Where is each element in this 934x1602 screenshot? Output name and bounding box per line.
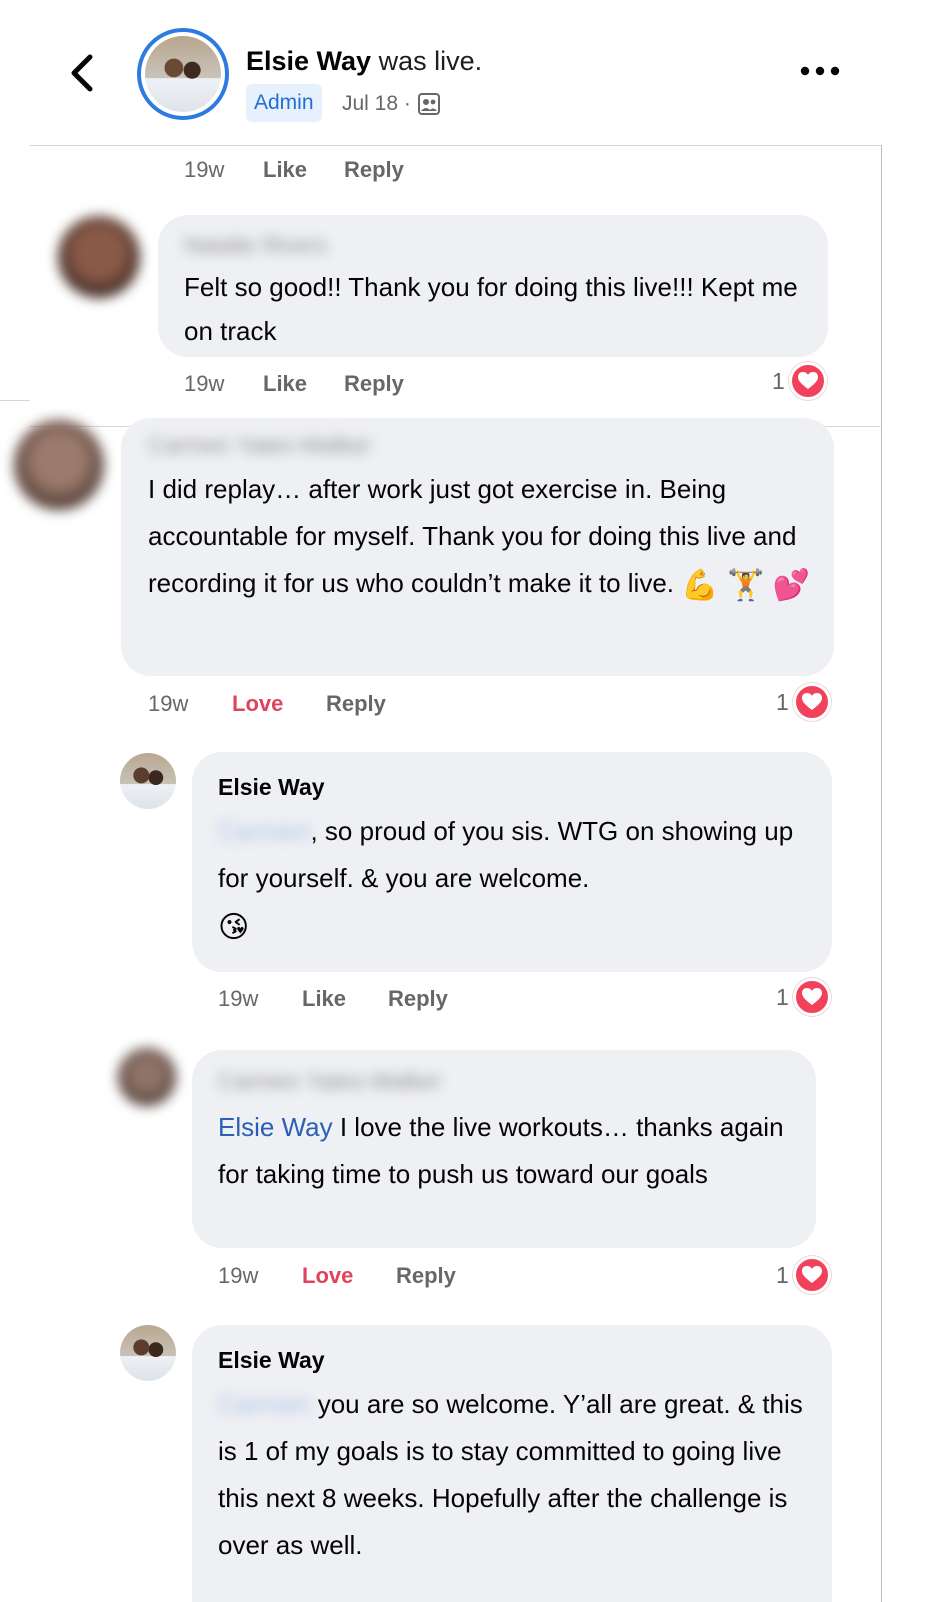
- comment-text: Carmen, so proud of you sis. WTG on show…: [218, 808, 818, 951]
- avatar[interactable]: [120, 753, 176, 809]
- author-name[interactable]: Elsie Way: [246, 46, 371, 76]
- love-button[interactable]: Love: [232, 691, 283, 717]
- comment-time: 19w: [184, 157, 225, 182]
- chevron-left-icon: [71, 54, 93, 92]
- mention-link[interactable]: Carmen: [218, 816, 310, 846]
- comment-text: Felt so good!! Thank you for doing this …: [184, 272, 798, 346]
- reaction-count-value: 1: [776, 1261, 789, 1288]
- more-dots-icon: [800, 66, 840, 76]
- comment-text: Carmen you are so welcome. Y’all are gre…: [218, 1381, 818, 1569]
- reaction-count-value: 1: [776, 688, 789, 715]
- reaction-count-value: 1: [772, 367, 785, 394]
- post-meta: Jul 18 ·: [342, 92, 441, 116]
- comment-text: Elsie Way I love the live workouts… than…: [218, 1104, 803, 1198]
- reply-button[interactable]: Reply: [344, 157, 404, 183]
- avatar[interactable]: [58, 216, 140, 298]
- comment-author[interactable]: Elsie Way: [218, 774, 325, 801]
- comment-author[interactable]: Carmen Yates-Walker: [148, 432, 371, 459]
- comment-actions: 19w Like Reply: [184, 157, 484, 187]
- post-title: Elsie Way was live.: [246, 46, 482, 77]
- admin-badge: Admin: [246, 84, 322, 122]
- reply-button[interactable]: Reply: [344, 371, 404, 397]
- comment-actions: 19w Love Reply: [148, 691, 448, 721]
- like-button[interactable]: Like: [302, 986, 346, 1012]
- reaction-count-value: 1: [776, 983, 789, 1010]
- post-header: Elsie Way was live. Admin Jul 18 ·: [0, 0, 934, 145]
- comment-author[interactable]: Natalie Rivers: [184, 232, 327, 259]
- mention-link[interactable]: Elsie Way: [218, 1112, 333, 1142]
- avatar[interactable]: [120, 1325, 176, 1381]
- comment-time: 19w: [148, 691, 189, 716]
- reply-button[interactable]: Reply: [388, 986, 448, 1012]
- comment-actions: 19w Like Reply: [218, 986, 518, 1016]
- reaction-count[interactable]: 1: [776, 683, 831, 721]
- divider: [30, 145, 882, 146]
- divider: [881, 145, 882, 1602]
- avatar[interactable]: [14, 420, 104, 510]
- reaction-count[interactable]: 1: [772, 362, 827, 400]
- love-button[interactable]: Love: [302, 1263, 353, 1289]
- comment-text: I did replay… after work just got exerci…: [148, 466, 818, 609]
- comment-time: 19w: [218, 1263, 259, 1288]
- heart-icon: [792, 683, 831, 721]
- back-button[interactable]: [62, 48, 102, 98]
- mention-link[interactable]: Carmen: [218, 1389, 310, 1419]
- comment-actions: 19w Like Reply: [184, 371, 484, 401]
- page-avatar[interactable]: [137, 28, 229, 120]
- emoji: 😘: [218, 910, 250, 944]
- reply-button[interactable]: Reply: [396, 1263, 456, 1289]
- heart-icon: [788, 362, 827, 400]
- live-status: was live.: [378, 46, 483, 76]
- emoji-reactions: 💪 🏋️ 💕: [681, 568, 810, 602]
- heart-icon: [792, 978, 831, 1016]
- heart-icon: [792, 1256, 831, 1294]
- comment-author[interactable]: Carmen Yates-Walker: [218, 1068, 441, 1095]
- comment-time: 19w: [184, 371, 225, 396]
- group-audience-icon: [417, 93, 440, 115]
- avatar[interactable]: [118, 1048, 176, 1106]
- divider: [0, 400, 30, 401]
- comment-actions: 19w Love Reply: [218, 1263, 518, 1293]
- comment-time: 19w: [218, 986, 259, 1011]
- reaction-count[interactable]: 1: [776, 1256, 831, 1294]
- post-date[interactable]: Jul 18 ·: [342, 92, 411, 116]
- like-button[interactable]: Like: [263, 157, 307, 183]
- reaction-count[interactable]: 1: [776, 978, 831, 1016]
- more-options-button[interactable]: [798, 60, 842, 82]
- comment-author[interactable]: Elsie Way: [218, 1347, 325, 1374]
- reply-button[interactable]: Reply: [326, 691, 386, 717]
- like-button[interactable]: Like: [263, 371, 307, 397]
